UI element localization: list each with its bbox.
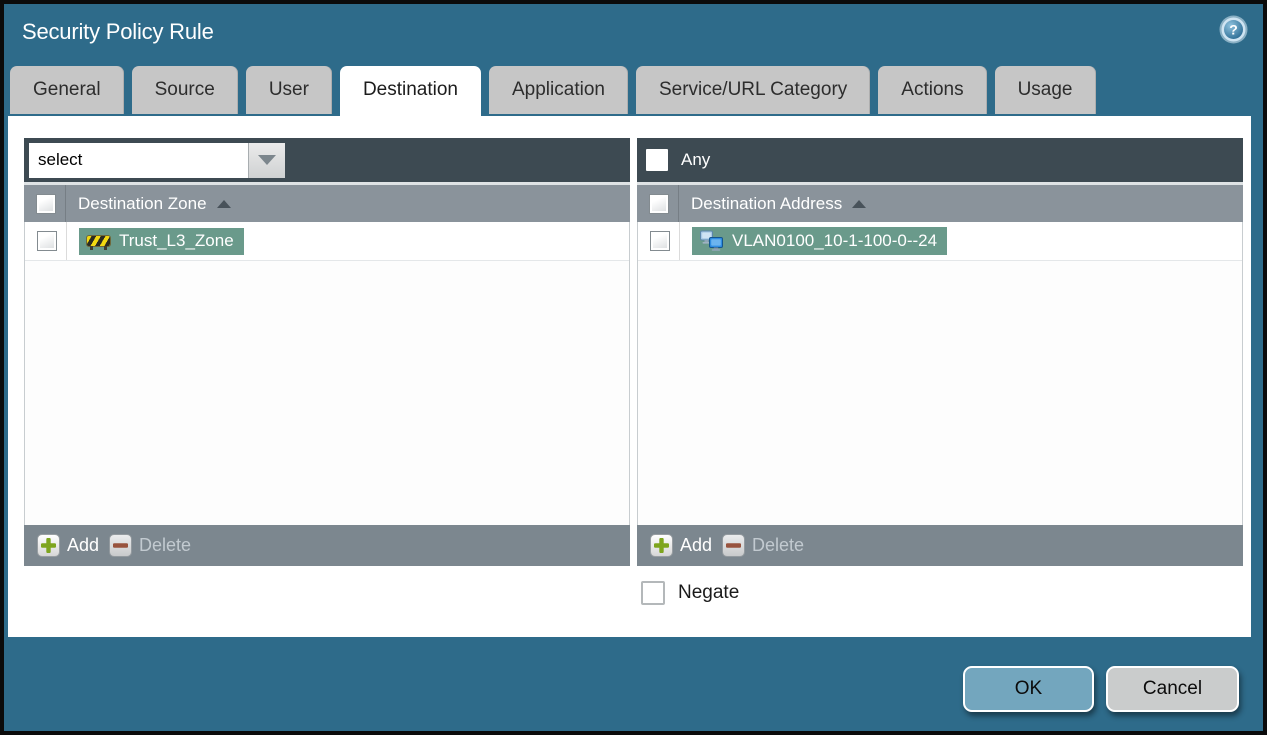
zone-filter-dropdown-button[interactable]	[248, 142, 285, 178]
negate-label: Negate	[678, 582, 740, 603]
any-label: Any	[681, 150, 711, 169]
address-column-label: Destination Address	[691, 193, 843, 213]
network-address-icon	[700, 230, 723, 251]
address-list: VLAN0100_10-1-100-0--24	[637, 222, 1243, 525]
zone-list: Trust_L3_Zone	[24, 222, 630, 525]
zone-delete-button[interactable]: Delete	[109, 534, 191, 557]
address-any-bar: Any	[637, 138, 1243, 182]
negate-control: Negate	[641, 581, 739, 605]
address-item-vlan0100[interactable]: VLAN0100_10-1-100-0--24	[692, 227, 948, 255]
zone-filter-bar: select	[24, 138, 630, 182]
divider	[679, 222, 680, 260]
dialog-title: Security Policy Rule	[22, 19, 214, 44]
minus-icon	[109, 534, 133, 557]
zone-item-trust-l3-zone[interactable]: Trust_L3_Zone	[79, 227, 244, 255]
help-icon[interactable]: ?	[1219, 15, 1248, 44]
address-add-button[interactable]: Add	[650, 534, 712, 557]
tab-application[interactable]: Application	[489, 66, 628, 114]
address-add-label: Add	[680, 535, 713, 555]
destination-tab-content: select Destination Zone Trust_L3_Zone Ad…	[8, 116, 1251, 637]
svg-text:?: ?	[1229, 22, 1238, 38]
zone-barrier-icon	[86, 235, 111, 250]
zone-filter-combo: select	[29, 142, 285, 178]
chevron-down-icon	[258, 155, 276, 165]
address-select-all-checkbox[interactable]	[649, 193, 669, 214]
any-checkbox[interactable]	[646, 149, 668, 171]
tab-source[interactable]: Source	[131, 66, 238, 114]
security-policy-rule-dialog: Security Policy Rule ? General Source Us…	[0, 0, 1267, 735]
cancel-button[interactable]: Cancel	[1106, 666, 1239, 712]
list-item[interactable]: VLAN0100_10-1-100-0--24	[638, 222, 1242, 261]
address-delete-label: Delete	[752, 535, 805, 555]
sort-ascending-icon	[852, 199, 867, 208]
divider	[65, 185, 66, 222]
divider	[66, 222, 67, 260]
address-delete-button[interactable]: Delete	[722, 534, 804, 557]
zone-select-all-checkbox[interactable]	[36, 193, 56, 214]
ok-button[interactable]: OK	[963, 666, 1094, 712]
destination-address-panel: Any Destination Address VLAN0100_10-1-10…	[637, 138, 1243, 566]
plus-icon	[37, 534, 60, 557]
zone-add-button[interactable]: Add	[37, 534, 99, 557]
zone-row-checkbox[interactable]	[37, 231, 57, 251]
tab-actions[interactable]: Actions	[878, 66, 987, 114]
minus-icon	[722, 534, 746, 557]
list-item[interactable]: Trust_L3_Zone	[25, 222, 629, 261]
tab-service-url-category[interactable]: Service/URL Category	[635, 66, 871, 114]
divider	[678, 185, 679, 222]
zone-filter-input[interactable]: select	[29, 142, 248, 178]
tab-usage[interactable]: Usage	[994, 66, 1096, 114]
zone-toolbar: Add Delete	[24, 525, 630, 566]
zone-column-header[interactable]: Destination Zone	[24, 185, 630, 222]
plus-icon	[650, 534, 673, 557]
help-icon-graphic: ?	[1219, 15, 1248, 44]
sort-ascending-icon	[216, 199, 231, 208]
negate-checkbox[interactable]	[641, 581, 665, 605]
zone-add-label: Add	[67, 535, 100, 555]
tab-user[interactable]: User	[245, 66, 332, 114]
title-bar: Security Policy Rule ?	[4, 4, 1263, 62]
destination-zone-panel: select Destination Zone Trust_L3_Zone Ad…	[24, 138, 630, 566]
tab-general[interactable]: General	[10, 66, 124, 114]
address-item-label: VLAN0100_10-1-100-0--24	[732, 230, 938, 250]
zone-item-label: Trust_L3_Zone	[119, 230, 234, 250]
tab-destination[interactable]: Destination	[339, 66, 481, 124]
zone-column-label: Destination Zone	[78, 193, 207, 213]
address-row-checkbox[interactable]	[650, 231, 670, 251]
address-column-header[interactable]: Destination Address	[637, 185, 1243, 222]
address-toolbar: Add Delete	[637, 525, 1243, 566]
tab-bar: General Source User Destination Applicat…	[10, 66, 1096, 124]
zone-delete-label: Delete	[139, 535, 192, 555]
